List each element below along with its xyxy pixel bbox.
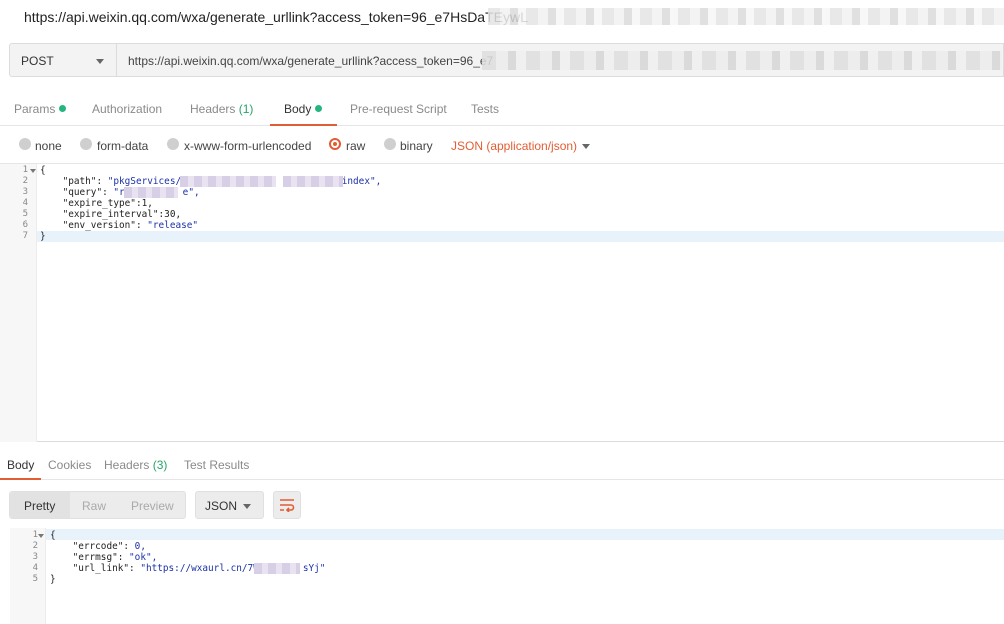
response-tabs: Body Cookies Headers (3) Test Results (0, 442, 1004, 480)
line-number: 3 (32, 552, 38, 562)
response-headers-count: (3) (152, 458, 168, 472)
line-number: 2 (32, 541, 38, 551)
response-format-select[interactable]: JSON (195, 491, 264, 519)
radio-form-data[interactable] (80, 138, 92, 150)
redacted-link (254, 563, 300, 574)
window-title-bar: https://api.weixin.qq.com/wxa/generate_u… (0, 0, 1004, 34)
active-line-highlight (10, 529, 1004, 540)
radio-urlencoded[interactable] (167, 138, 179, 150)
tab-headers[interactable]: Headers (1) (190, 102, 253, 116)
response-tab-body[interactable]: Body (7, 458, 34, 472)
tab-prerequest-script[interactable]: Pre-request Script (350, 102, 447, 116)
wrap-lines-button[interactable] (273, 491, 301, 519)
method-label: POST (21, 54, 54, 68)
method-select[interactable]: POST (9, 43, 117, 77)
redacted-token (488, 8, 1004, 25)
code-line: { (40, 165, 46, 176)
request-body-editor[interactable]: 1 2 3 4 5 6 7 { "path": "pkgServices//in… (0, 164, 1004, 442)
redacted-query (124, 187, 178, 198)
url-text: https://api.weixin.qq.com/wxa/generate_u… (128, 54, 494, 68)
line-number: 5 (32, 574, 38, 584)
code-line: } (40, 231, 46, 242)
tab-params[interactable]: Params (14, 102, 67, 116)
body-type-options: none form-data x-www-form-urlencoded raw… (0, 126, 1004, 164)
code-line: { (50, 530, 56, 541)
line-number: 3 (22, 187, 28, 197)
response-format-label: JSON (205, 499, 238, 513)
chevron-down-icon (96, 59, 104, 64)
option-form-data-label[interactable]: form-data (97, 139, 148, 153)
line-number: 2 (22, 176, 28, 186)
redacted-path (283, 176, 343, 187)
headers-count: (1) (238, 102, 254, 116)
fold-arrow-icon[interactable] (38, 534, 44, 538)
code-line: "errcode": 0, (50, 541, 146, 552)
status-dot-icon (315, 105, 323, 112)
raw-button[interactable]: Raw (82, 499, 106, 513)
line-number: 4 (32, 563, 38, 573)
active-line-highlight (0, 231, 1004, 242)
redacted-url-part (482, 51, 1002, 70)
option-urlencoded-label[interactable]: x-www-form-urlencoded (184, 139, 311, 153)
active-tab-indicator (0, 478, 41, 480)
line-number: 6 (22, 220, 28, 230)
response-tab-headers[interactable]: Headers (3) (104, 458, 167, 472)
wrap-lines-icon (280, 499, 295, 512)
redacted-path (180, 176, 276, 187)
code-line: "expire_type":1, (40, 198, 153, 209)
request-url-bar: POST https://api.weixin.qq.com/wxa/gener… (9, 43, 1004, 77)
line-number-gutter: 1 2 3 4 5 6 7 (0, 164, 37, 442)
line-number: 1 (22, 165, 28, 175)
view-mode-toggle: Pretty Raw Preview (9, 491, 186, 519)
response-tab-cookies[interactable]: Cookies (48, 458, 91, 472)
line-number-gutter: 1 2 3 4 5 (10, 528, 46, 624)
line-number: 7 (22, 231, 28, 241)
code-line: "errmsg": "ok", (50, 552, 158, 563)
line-number: 1 (32, 530, 38, 540)
tab-tests[interactable]: Tests (471, 102, 499, 116)
chevron-down-icon[interactable] (582, 144, 590, 149)
response-body-editor[interactable]: 1 2 3 4 5 { "errcode": 0, "errmsg": "ok"… (10, 528, 1004, 624)
url-input[interactable]: https://api.weixin.qq.com/wxa/generate_u… (117, 43, 1004, 77)
code-line: } (50, 574, 56, 585)
response-tab-test-results[interactable]: Test Results (184, 458, 249, 472)
pretty-button[interactable]: Pretty (24, 499, 55, 513)
radio-none[interactable] (19, 138, 31, 150)
radio-raw[interactable] (329, 138, 341, 150)
code-line: "env_version": "release" (40, 220, 199, 231)
line-number: 4 (22, 198, 28, 208)
tab-authorization[interactable]: Authorization (92, 102, 162, 116)
chevron-down-icon (243, 504, 251, 509)
option-binary-label[interactable]: binary (400, 139, 433, 153)
radio-binary[interactable] (384, 138, 396, 150)
option-none-label[interactable]: none (35, 139, 62, 153)
option-raw-label[interactable]: raw (346, 139, 365, 153)
fold-arrow-icon[interactable] (30, 169, 36, 173)
status-dot-icon (59, 105, 67, 112)
content-type-select[interactable]: JSON (application/json) (451, 139, 577, 153)
code-line: "expire_interval":30, (40, 209, 182, 220)
preview-button[interactable]: Preview (131, 499, 174, 513)
window-title: https://api.weixin.qq.com/wxa/generate_u… (24, 9, 528, 25)
line-number: 5 (22, 209, 28, 219)
request-tabs: Params Authorization Headers (1) Body Pr… (0, 92, 1004, 126)
tab-body[interactable]: Body (284, 102, 323, 116)
